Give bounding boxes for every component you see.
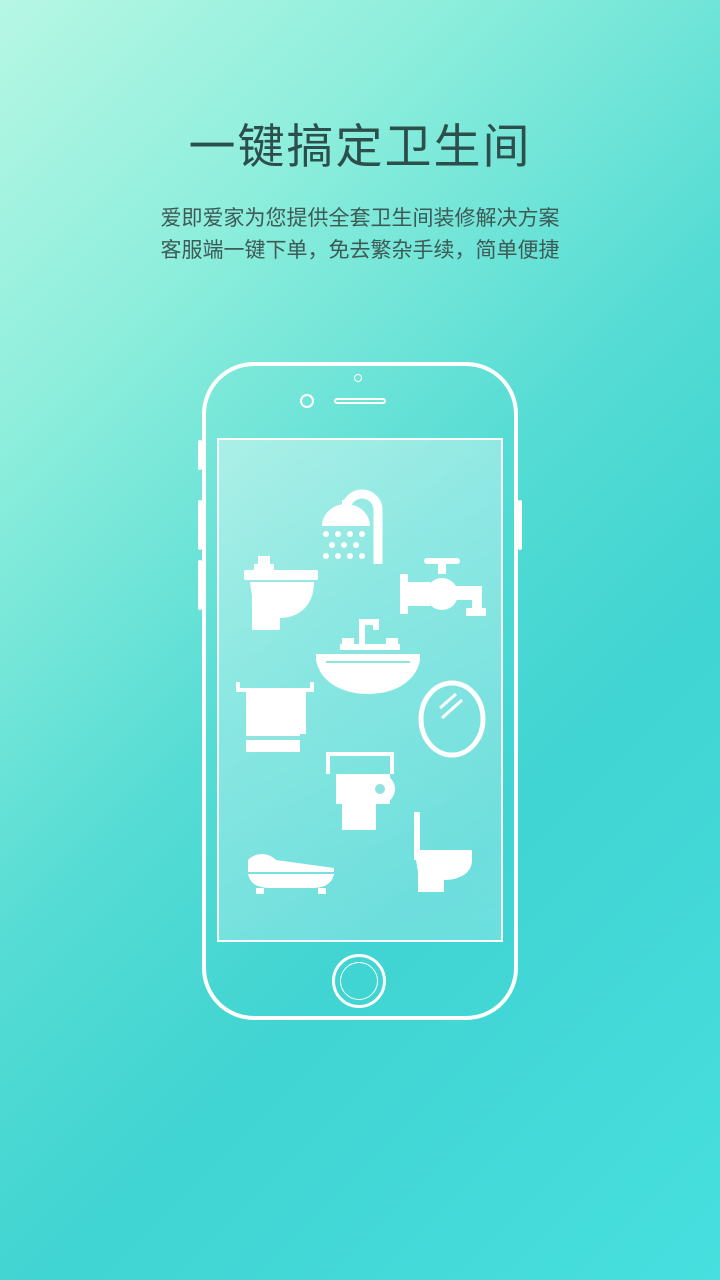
subtitle-line-2: 客服端一键下单，免去繁杂手续，简单便捷 (160, 238, 560, 262)
phone-volume-down-button (198, 560, 202, 610)
phone-camera (354, 374, 362, 382)
mirror-icon (418, 680, 486, 758)
phone-sensor (300, 394, 314, 408)
toilet-paper-icon (326, 752, 395, 830)
subtitle-line-1: 爱即爱家为您提供全套卫生间装修解决方案 (160, 206, 560, 230)
bathtub-icon (248, 854, 334, 894)
splash-screen: { "page": { "title": "一键搞定卫生间", "subtitl… (0, 0, 720, 1280)
faucet-icon (400, 558, 486, 616)
shower-icon (322, 489, 383, 564)
phone-home-button (332, 954, 386, 1008)
toilet-icon (414, 812, 472, 892)
phone-power-button (518, 500, 522, 550)
towel-rack-icon (236, 682, 314, 752)
phone-mute-button (198, 440, 202, 470)
phone-speaker (334, 398, 386, 404)
page-title: 一键搞定卫生间 (188, 120, 532, 175)
sink-icon (316, 619, 420, 694)
washbasin-icon (244, 556, 318, 630)
phone-volume-up-button (198, 500, 202, 550)
